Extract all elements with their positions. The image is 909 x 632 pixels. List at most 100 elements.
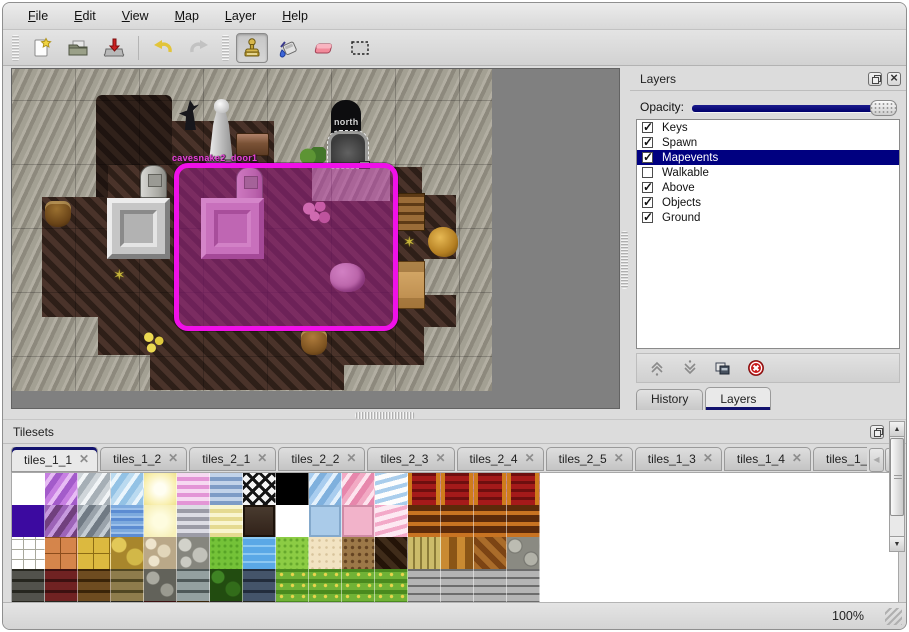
tile-wall-tan[interactable] (111, 569, 144, 601)
tile-crys-purple2[interactable] (45, 505, 78, 537)
tile-crys-blue[interactable] (111, 473, 144, 505)
layer-row-ground[interactable]: Ground (637, 210, 899, 225)
eraser-tool-icon[interactable] (308, 33, 340, 63)
tile-bamboo[interactable] (408, 537, 441, 569)
tile-glow-yellow[interactable] (144, 473, 177, 505)
menu-map[interactable]: Map (164, 6, 210, 26)
tile-herring[interactable] (474, 537, 507, 569)
tile-white[interactable] (276, 505, 309, 537)
layer-row-above[interactable]: Above (637, 180, 899, 195)
tileset-tab-tiles_1_[interactable]: tiles_1_✕ (813, 447, 867, 471)
tileset-tab-tiles_2_4[interactable]: tiles_2_4✕ (457, 447, 544, 471)
menu-help[interactable]: Help (271, 6, 319, 26)
layer-visibility-checkbox[interactable] (642, 182, 653, 193)
scroll-up-icon[interactable]: ▲ (890, 422, 904, 437)
tile-crys-purple[interactable] (45, 473, 78, 505)
menu-layer[interactable]: Layer (214, 6, 267, 26)
opacity-slider-handle[interactable] (870, 100, 897, 116)
layer-row-walkable[interactable]: Walkable (637, 165, 899, 180)
scrollbar-thumb[interactable] (890, 438, 904, 516)
tile-crys-blue2[interactable] (309, 473, 342, 505)
tile-carpet-red[interactable] (408, 473, 441, 505)
tile-tile-orange[interactable] (45, 537, 78, 569)
layer-row-mapevents[interactable]: Mapevents (637, 150, 899, 165)
rect-select-tool-icon[interactable] (344, 33, 376, 63)
tile-grass2[interactable] (276, 537, 309, 569)
tile-wall-gray[interactable] (177, 569, 210, 601)
tile-pebble[interactable] (144, 537, 177, 569)
tile-grass[interactable] (210, 537, 243, 569)
tile-shingle[interactable] (375, 537, 408, 569)
opacity-slider[interactable] (692, 105, 896, 112)
tile-sand[interactable] (309, 537, 342, 569)
tile-wall-red[interactable] (45, 569, 78, 601)
lower-layer-icon[interactable] (678, 356, 702, 380)
tab-close-icon[interactable]: ✕ (614, 452, 624, 464)
tile-hedge[interactable] (210, 569, 243, 601)
menu-edit[interactable]: Edit (63, 6, 107, 26)
resize-grip[interactable] (885, 608, 902, 625)
close-panel-icon[interactable] (887, 72, 901, 86)
map-viewport[interactable]: ✶ ✶ cavesnake2_door1 north (11, 68, 620, 409)
save-file-icon[interactable] (98, 33, 130, 63)
tile-water[interactable] (243, 537, 276, 569)
tile-brick-gray[interactable] (474, 569, 507, 601)
tile-carpet-brown[interactable] (507, 505, 540, 537)
layer-visibility-checkbox[interactable] (642, 197, 653, 208)
tile-blue-solid[interactable] (309, 505, 342, 537)
tile-stripe-gray[interactable] (177, 505, 210, 537)
tile-carpet-brown[interactable] (441, 505, 474, 537)
horizontal-splitter[interactable] (355, 412, 415, 419)
tile-brick-gray[interactable] (408, 569, 441, 601)
layer-row-spawn[interactable]: Spawn (637, 135, 899, 150)
tile-palette[interactable] (11, 472, 899, 605)
tile-dirt[interactable] (342, 537, 375, 569)
menu-file[interactable]: File (17, 6, 59, 26)
tile-carpet-brown[interactable] (474, 505, 507, 537)
tile-tile-gold[interactable] (78, 537, 111, 569)
tab-scroll-left-icon[interactable]: ◀ (869, 448, 884, 472)
menu-view[interactable]: View (111, 6, 160, 26)
layer-row-keys[interactable]: Keys (637, 120, 899, 135)
open-file-icon[interactable] (62, 33, 94, 63)
layer-row-objects[interactable]: Objects (637, 195, 899, 210)
tab-history[interactable]: History (636, 389, 703, 410)
tab-close-icon[interactable]: ✕ (703, 452, 713, 464)
tile-brick-gray[interactable] (441, 569, 474, 601)
tile-brick-gray[interactable] (507, 569, 540, 601)
stamp-tool-icon[interactable] (236, 33, 268, 63)
tile-grassrow[interactable] (276, 569, 309, 601)
tile-stone-gray[interactable] (177, 537, 210, 569)
map-canvas[interactable]: ✶ ✶ cavesnake2_door1 north (12, 69, 492, 391)
tile-wall-dark[interactable] (12, 569, 45, 601)
scroll-down-icon[interactable]: ▼ (890, 536, 904, 551)
layer-visibility-checkbox[interactable] (642, 167, 653, 178)
palette-scrollbar[interactable]: ▲ ▼ (889, 421, 905, 552)
duplicate-layer-icon[interactable] (711, 356, 735, 380)
tile-wall-stone[interactable] (144, 569, 177, 601)
tileset-tab-tiles_1_4[interactable]: tiles_1_4✕ (724, 447, 811, 471)
float-panel-icon[interactable] (868, 72, 882, 86)
tileset-tab-tiles_1_3[interactable]: tiles_1_3✕ (635, 447, 722, 471)
tab-close-icon[interactable]: ✕ (79, 453, 89, 465)
tileset-tab-tiles_1_1[interactable]: tiles_1_1✕ (11, 447, 98, 472)
tile-grassrow[interactable] (342, 569, 375, 601)
tab-close-icon[interactable]: ✕ (346, 452, 356, 464)
tileset-tab-tiles_2_3[interactable]: tiles_2_3✕ (367, 447, 454, 471)
tile-cobble-yellow[interactable] (111, 537, 144, 569)
new-file-icon[interactable] (26, 33, 58, 63)
tileset-tab-tiles_1_2[interactable]: tiles_1_2✕ (100, 447, 187, 471)
tile-stripe-yellow[interactable] (210, 505, 243, 537)
tile-basket[interactable] (441, 537, 474, 569)
layer-visibility-checkbox[interactable] (642, 122, 653, 133)
raise-layer-icon[interactable] (645, 356, 669, 380)
tile-grassrow[interactable] (375, 569, 408, 601)
tile-carpet-red[interactable] (474, 473, 507, 505)
tile-carpet-red[interactable] (507, 473, 540, 505)
tile-logs[interactable] (507, 537, 540, 569)
tileset-tab-tiles_2_5[interactable]: tiles_2_5✕ (546, 447, 633, 471)
tile-lattice[interactable] (243, 473, 276, 505)
toolbar-grip[interactable] (12, 35, 19, 61)
tile-carpet-brown[interactable] (408, 505, 441, 537)
tab-close-icon[interactable]: ✕ (168, 452, 178, 464)
